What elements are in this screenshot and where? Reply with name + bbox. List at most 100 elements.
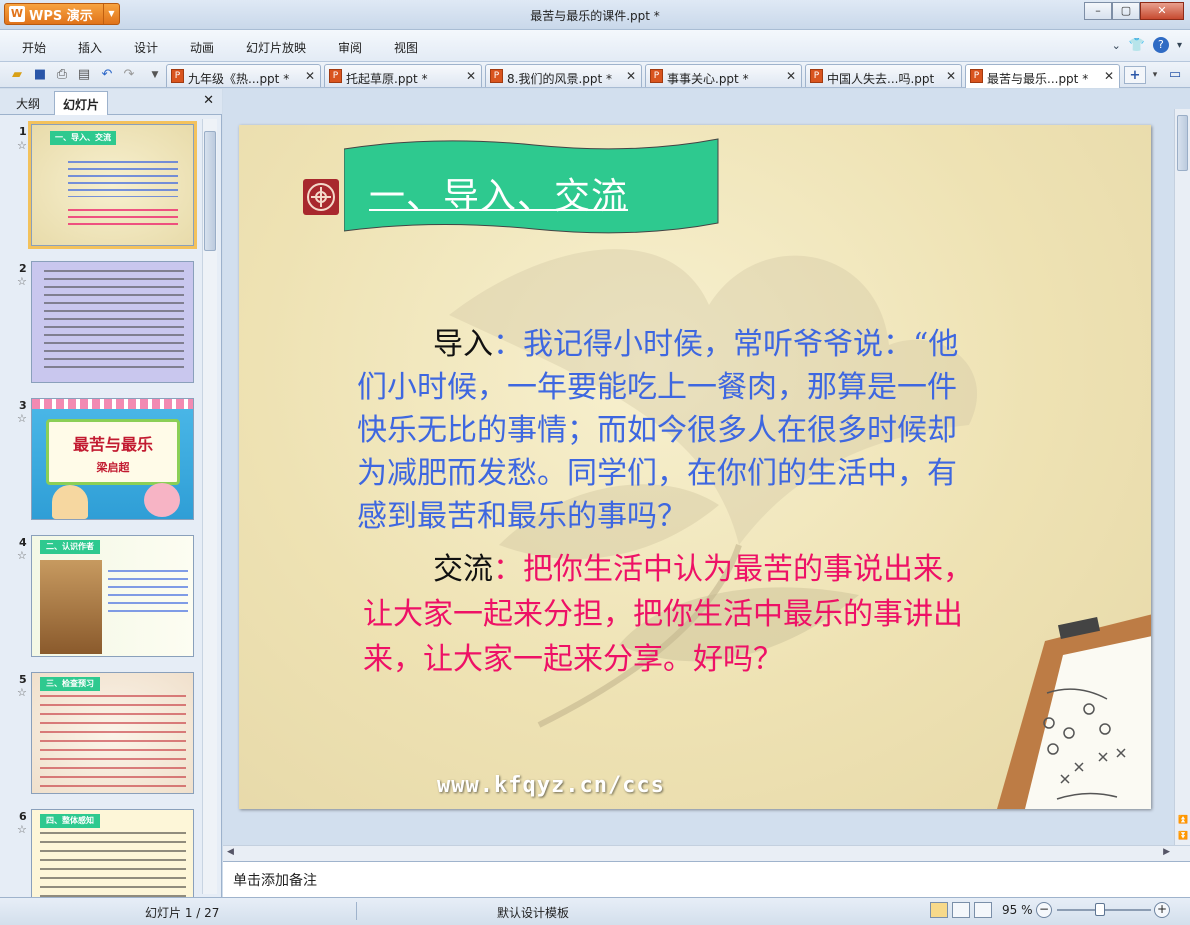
doc-tab-label: 事事关心.ppt * (667, 72, 749, 86)
intro-text: 们小时候，一年要能吃上一餐肉，那算是一件 (357, 370, 957, 405)
open-folder-icon[interactable]: ▰ (8, 66, 26, 84)
thumbnail-slide-4[interactable]: 二、认识作者 (31, 535, 194, 657)
thumb-number: 1 (19, 125, 27, 138)
document-title: 最苦与最乐的课件.ppt * (530, 9, 660, 23)
tab-outline[interactable]: 大纲 (8, 91, 48, 115)
seal-logo-icon (303, 179, 339, 215)
thumbnail-slide-3[interactable]: 最苦与最乐 梁启超 (31, 398, 194, 520)
menu-home[interactable]: 开始 (22, 39, 46, 56)
skin-icon[interactable]: 👕 (1129, 38, 1145, 53)
transition-star-icon: ☆ (17, 686, 27, 699)
zoom-out-button[interactable]: − (1036, 902, 1052, 918)
close-icon[interactable]: ✕ (626, 69, 636, 83)
vertical-scrollbar[interactable]: ⏫ ⏬ (1174, 109, 1190, 859)
ppt-file-icon: P (810, 69, 823, 83)
thumb-text-lines (44, 270, 184, 368)
doc-tab-6-active[interactable]: P 最苦与最乐...ppt * ✕ (965, 64, 1120, 88)
doc-tab-1[interactable]: P 九年级《热...ppt * ✕ (166, 64, 321, 87)
zoom-in-button[interactable]: + (1154, 902, 1170, 918)
close-icon[interactable]: ✕ (203, 93, 214, 108)
horizontal-scrollbar[interactable]: ◀ ▶ (223, 845, 1190, 861)
prev-slide-icon[interactable]: ⏫ (1178, 815, 1188, 824)
chevron-down-icon[interactable]: ▾ (1177, 40, 1182, 51)
menu-review[interactable]: 审阅 (338, 39, 362, 56)
new-tab-button[interactable]: + (1124, 66, 1146, 84)
transition-star-icon: ☆ (17, 412, 27, 425)
thumbnail-slide-5[interactable]: 三、检查预习 (31, 672, 194, 794)
thumb-heading: 三、检查预习 (40, 677, 100, 691)
window-layout-icon[interactable]: ▭ (1166, 66, 1184, 84)
zoom-slider-handle[interactable] (1095, 903, 1105, 916)
close-icon[interactable]: ✕ (466, 69, 476, 83)
scroll-right-icon[interactable]: ▶ (1163, 847, 1170, 857)
close-button[interactable]: ✕ (1140, 2, 1184, 20)
tab-list-dropdown-icon[interactable]: ▾ (1146, 66, 1164, 84)
slideshow-view-icon[interactable] (974, 902, 992, 918)
normal-view-icon[interactable] (930, 902, 948, 918)
thumb-number: 5 (19, 673, 27, 686)
notes-placeholder[interactable]: 单击添加备注 (233, 870, 317, 890)
ppt-file-icon: P (490, 69, 503, 83)
slide-title[interactable]: 一、导入、交流 (369, 167, 628, 219)
intro-colon: ： (493, 327, 523, 362)
thumb-text-lines (40, 832, 186, 897)
close-icon[interactable]: ✕ (1104, 69, 1114, 83)
undo-icon[interactable]: ↶ (98, 66, 116, 84)
save-icon[interactable]: ■ (31, 66, 49, 84)
transition-star-icon: ☆ (17, 275, 27, 288)
thumb-text-lines (68, 161, 178, 197)
thumb-number: 3 (19, 399, 27, 412)
close-icon[interactable]: ✕ (946, 69, 956, 83)
zoom-level[interactable]: 95 % (1002, 903, 1033, 917)
notes-pane[interactable]: 单击添加备注 (223, 861, 1190, 897)
doc-tab-4[interactable]: P 事事关心.ppt * ✕ (645, 64, 802, 87)
thumbnail-scrollbar[interactable] (202, 119, 217, 894)
slide-canvas[interactable]: 一、导入、交流 导入：我记得小时侯，常听爷爷说：“他 们小时候，一年要能吃上一餐… (239, 125, 1151, 809)
doc-tab-5[interactable]: P 中国人失去...吗.ppt ✕ (805, 64, 962, 87)
chevron-down-icon[interactable]: ⌄ (1112, 39, 1121, 52)
menu-insert[interactable]: 插入 (78, 39, 102, 56)
thumbnail-slide-1[interactable]: 一、导入、交流 (28, 121, 197, 249)
exchange-text: ：把你生活中认为最苦的事说出来， (493, 552, 973, 587)
thumb-flower-border (32, 399, 193, 409)
ppt-file-icon: P (171, 69, 184, 83)
clipboard-illustration (997, 614, 1151, 809)
minimize-button[interactable]: – (1084, 2, 1112, 20)
thumbnail-slide-6[interactable]: 四、整体感知 (31, 809, 194, 897)
doc-tab-label: 九年级《热...ppt * (188, 72, 290, 86)
doc-tab-3[interactable]: P 8.我们的风景.ppt * ✕ (485, 64, 642, 87)
slide-counter: 幻灯片 1 / 27 (145, 906, 220, 920)
menu-animation[interactable]: 动画 (190, 39, 214, 56)
menu-view[interactable]: 视图 (394, 39, 418, 56)
menu-slideshow[interactable]: 幻灯片放映 (246, 39, 306, 56)
help-icon[interactable]: ? (1152, 37, 1169, 53)
design-template-name[interactable]: 默认设计模板 (497, 904, 569, 921)
scroll-left-icon[interactable]: ◀ (227, 847, 234, 857)
intro-text: 快乐无比的事情；而如今很多人在很多时候却 (357, 413, 957, 448)
thumb-heading: 四、整体感知 (40, 814, 100, 828)
doc-tab-2[interactable]: P 托起草原.ppt * ✕ (324, 64, 482, 87)
divider (356, 902, 357, 920)
print-icon[interactable]: ⎙ (53, 66, 71, 84)
scrollbar-thumb[interactable] (1177, 115, 1188, 171)
doc-tab-label: 8.我们的风景.ppt * (507, 72, 613, 86)
thumb-portrait (40, 560, 102, 654)
maximize-button[interactable]: ▢ (1112, 2, 1140, 20)
thumb-number: 6 (19, 810, 27, 823)
ppt-file-icon: P (329, 69, 342, 83)
tab-slides[interactable]: 幻灯片 (54, 91, 109, 115)
slide-sorter-view-icon[interactable] (952, 902, 970, 918)
redo-icon[interactable]: ↷ (120, 66, 138, 84)
scrollbar-thumb[interactable] (204, 131, 216, 251)
intro-paragraph[interactable]: 导入：我记得小时侯，常听爷爷说：“他 们小时候，一年要能吃上一餐肉，那算是一件 … (357, 323, 1151, 538)
print-preview-icon[interactable]: ▤ (75, 66, 93, 84)
thumb-cartoon-pig (144, 483, 180, 517)
close-icon[interactable]: ✕ (786, 69, 796, 83)
thumbnail-slide-2[interactable] (31, 261, 194, 383)
transition-star-icon: ☆ (17, 823, 27, 836)
menu-design[interactable]: 设计 (134, 39, 158, 56)
transition-star-icon: ☆ (17, 139, 27, 152)
close-icon[interactable]: ✕ (305, 69, 315, 83)
next-slide-icon[interactable]: ⏬ (1178, 831, 1188, 840)
customize-dropdown-icon[interactable]: ▼ (146, 66, 164, 84)
